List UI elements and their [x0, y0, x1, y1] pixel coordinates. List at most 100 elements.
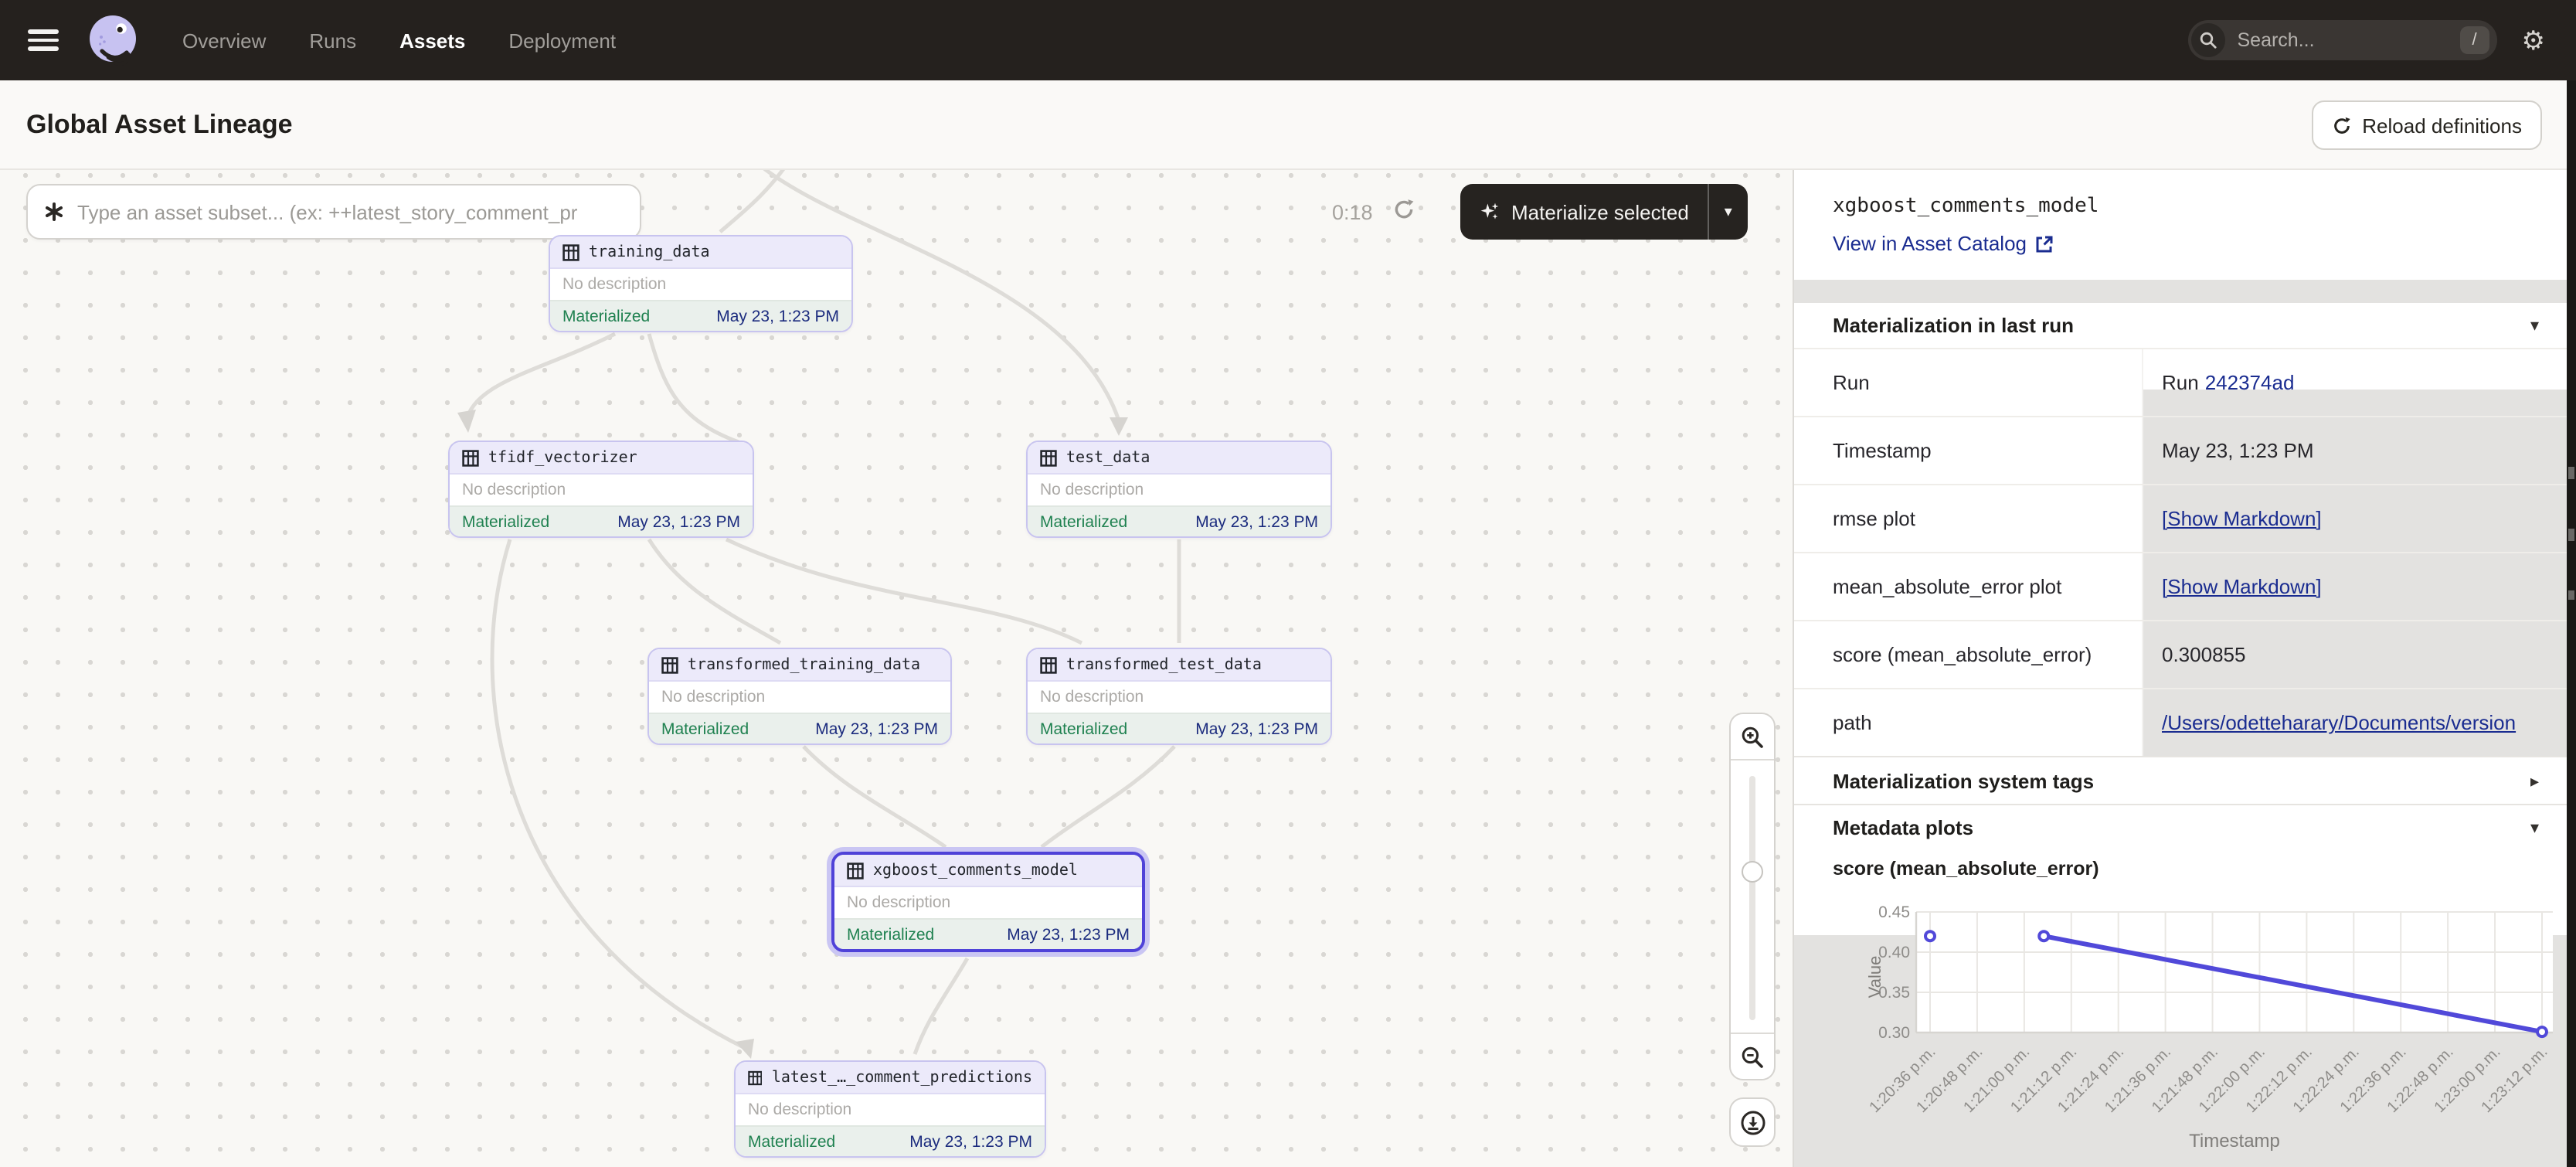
collapse-caret-icon[interactable]: ▾ — [2530, 315, 2539, 335]
zoom-out-button[interactable] — [1731, 1033, 1774, 1079]
show-markdown-link[interactable]: [Show Markdown] — [2162, 575, 2322, 598]
table-row-score: score (mean_absolute_error) 0.300855 — [1794, 620, 2567, 688]
search-input[interactable] — [2238, 29, 2423, 51]
nav-item-assets[interactable]: Assets — [399, 29, 465, 52]
page-title: Global Asset Lineage — [26, 109, 293, 140]
metadata-table: Run Run242374ad Timestamp May 23, 1:23 P… — [1794, 348, 2567, 756]
collapse-caret-icon[interactable]: ▾ — [2530, 818, 2539, 838]
asset-subset-input[interactable] — [77, 200, 640, 223]
section-metadata-plots[interactable]: Metadata plots ▾ — [1794, 804, 2567, 850]
asset-timestamp[interactable]: May 23, 1:23 PM — [815, 720, 938, 738]
table-icon — [462, 449, 479, 466]
asset-name: transformed_training_data — [688, 656, 920, 673]
dagster-app: Overview Runs Assets Deployment / ⚙ Glob… — [0, 0, 2576, 1167]
refresh-countdown-icon[interactable] — [1392, 198, 1415, 221]
asset-description: No description — [649, 682, 950, 713]
asset-subset-filter[interactable] — [26, 184, 641, 240]
expand-caret-icon[interactable]: ▸ — [2530, 771, 2539, 791]
asset-status: Materialized — [748, 1132, 835, 1151]
materialize-selected-button[interactable]: Materialize selected ▾ — [1460, 184, 1748, 240]
zoom-in-button[interactable] — [1731, 714, 1774, 760]
timestamp-value: May 23, 1:23 PM — [2142, 417, 2567, 484]
section-label: Materialization in last run — [1833, 314, 2074, 337]
refresh-icon — [2331, 115, 2351, 135]
show-markdown-link[interactable]: [Show Markdown] — [2162, 507, 2322, 530]
page-header: Global Asset Lineage Reload definitions — [0, 80, 2576, 170]
table-icon — [562, 243, 579, 260]
global-search[interactable]: / — [2188, 20, 2497, 60]
asset-node-training-data[interactable]: training_data No description Materialize… — [549, 235, 853, 332]
zoom-in-icon — [1740, 724, 1765, 749]
asset-node-test-data[interactable]: test_data No description MaterializedMay… — [1026, 441, 1332, 538]
asset-timestamp[interactable]: May 23, 1:23 PM — [1195, 720, 1318, 738]
nav-item-runs[interactable]: Runs — [309, 29, 356, 52]
asset-status: Materialized — [462, 512, 549, 531]
nav-item-deployment[interactable]: Deployment — [508, 29, 616, 52]
selected-asset-name: xgboost_comments_model — [1833, 195, 2099, 218]
menu-icon[interactable] — [28, 29, 59, 51]
asset-status: Materialized — [562, 307, 650, 325]
op-selector-icon — [43, 201, 65, 223]
materialize-dropdown-caret[interactable]: ▾ — [1709, 203, 1748, 220]
sparkle-icon — [1479, 201, 1500, 223]
dagster-logo-icon[interactable] — [83, 11, 142, 70]
asset-lineage-canvas[interactable]: 0:18 Materialize selected ▾ training_dat… — [0, 170, 1793, 1167]
section-materialization-last-run[interactable]: Materialization in last run ▾ — [1794, 303, 2567, 348]
y-tick-label: 0.30 — [1878, 1024, 1910, 1042]
view-in-asset-catalog-label: View in Asset Catalog — [1833, 232, 2027, 255]
metadata-plot-card: score (mean_absolute_error) 1:20:36 p.m.… — [1794, 850, 2567, 1167]
asset-description: No description — [834, 887, 1142, 918]
asset-timestamp[interactable]: May 23, 1:23 PM — [1195, 512, 1318, 531]
materialize-selected-label: Materialize selected — [1511, 200, 1689, 223]
asset-node-transformed-training-data[interactable]: transformed_training_data No description… — [647, 648, 952, 745]
asset-timestamp[interactable]: May 23, 1:23 PM — [716, 307, 839, 325]
gear-icon[interactable]: ⚙ — [2522, 27, 2546, 53]
data-point — [2537, 1027, 2547, 1036]
section-materialization-system-tags[interactable]: Materialization system tags ▸ — [1794, 756, 2567, 804]
row-label: path — [1794, 689, 2142, 756]
row-label: Run — [1794, 349, 2142, 416]
download-graph-button[interactable] — [1729, 1097, 1776, 1147]
asset-status: Materialized — [847, 925, 934, 944]
zoom-out-icon — [1740, 1044, 1765, 1069]
asset-node-tfidf-vectorizer[interactable]: tfidf_vectorizer No description Material… — [448, 441, 754, 538]
asset-node-transformed-test-data[interactable]: transformed_test_data No description Mat… — [1026, 648, 1332, 745]
nav-item-overview[interactable]: Overview — [182, 29, 266, 52]
asset-details-panel: xgboost_comments_model View in Asset Cat… — [1794, 170, 2567, 1167]
table-icon — [1040, 449, 1057, 466]
path-link[interactable]: /Users/odetteharary/Documents/version — [2162, 711, 2516, 734]
run-id-link[interactable]: 242374ad — [2205, 371, 2295, 394]
asset-timestamp[interactable]: May 23, 1:23 PM — [1007, 925, 1130, 944]
view-in-asset-catalog-link[interactable]: View in Asset Catalog — [1833, 232, 2053, 255]
loading-shimmer-band — [1794, 280, 2567, 303]
data-point — [1925, 931, 1935, 941]
reload-definitions-button[interactable]: Reload definitions — [2311, 100, 2542, 150]
asset-description: No description — [550, 269, 851, 300]
asset-timestamp[interactable]: May 23, 1:23 PM — [617, 512, 740, 531]
table-icon — [661, 656, 678, 673]
asset-node-xgboost-comments-model[interactable]: xgboost_comments_model No description Ma… — [831, 852, 1145, 952]
row-label: score (mean_absolute_error) — [1794, 621, 2142, 688]
table-row-mae-plot: mean_absolute_error plot [Show Markdown] — [1794, 552, 2567, 620]
section-label: Metadata plots — [1833, 816, 1973, 839]
y-tick-label: 0.45 — [1878, 903, 1910, 921]
row-label: Timestamp — [1794, 417, 2142, 484]
window-edge-strip — [2567, 80, 2576, 1167]
top-nav: Overview Runs Assets Deployment / ⚙ — [0, 0, 2576, 80]
asset-node-latest-comment-predictions[interactable]: latest_…_comment_predictions No descript… — [734, 1060, 1046, 1158]
row-label: rmse plot — [1794, 485, 2142, 552]
zoom-slider-track[interactable] — [1749, 776, 1755, 1020]
search-shortcut-badge: / — [2460, 26, 2489, 54]
download-icon — [1739, 1109, 1765, 1135]
section-label: Materialization system tags — [1833, 769, 2094, 792]
score-value: 0.300855 — [2142, 621, 2567, 688]
score-line-chart: 1:20:36 p.m.1:20:48 p.m.1:21:00 p.m.1:21… — [1794, 850, 2567, 1167]
asset-timestamp[interactable]: May 23, 1:23 PM — [909, 1132, 1032, 1151]
asset-name: test_data — [1066, 449, 1150, 466]
asset-name: xgboost_comments_model — [873, 862, 1078, 879]
table-icon — [748, 1069, 763, 1086]
external-link-icon — [2034, 234, 2053, 253]
zoom-slider-handle[interactable] — [1742, 861, 1763, 883]
table-row-timestamp: Timestamp May 23, 1:23 PM — [1794, 416, 2567, 484]
asset-status: Materialized — [661, 720, 749, 738]
